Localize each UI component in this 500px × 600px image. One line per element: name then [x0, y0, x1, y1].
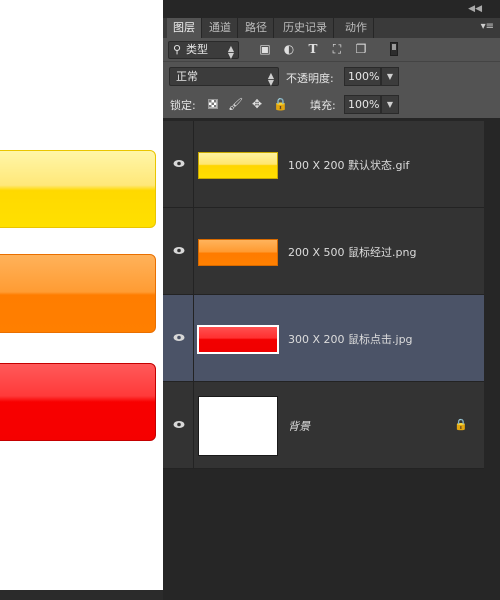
- lock-image-pixels-icon[interactable]: 🖌: [228, 97, 243, 111]
- lock-transparent-pixels-icon[interactable]: [208, 99, 218, 109]
- lock-fill-row: 锁定: 🖌 ✥ 🔒 填充: 100% ▼: [163, 90, 500, 119]
- tab-channels[interactable]: 通道: [203, 18, 238, 38]
- panel-tabbar: 图层 通道 路径 历史记录 动作 ▾≡: [163, 18, 500, 39]
- adjustment-filter-icon[interactable]: ◐: [282, 42, 296, 56]
- layers-panel: ◀◀ 图层 通道 路径 历史记录 动作 ▾≡ ⚲ 类型 ▲ ▼ ▣ ◐ T ⛶ ❐…: [163, 0, 500, 600]
- layer-thumbnail: [198, 139, 278, 189]
- blend-opacity-row: 正常 ▲ ▼ 不透明度: 100% ▼: [163, 62, 500, 91]
- visibility-toggle[interactable]: [163, 208, 194, 294]
- opacity-dropdown-button[interactable]: ▼: [381, 67, 399, 86]
- layer-row-background[interactable]: 背景 🔒: [163, 382, 484, 469]
- layer-thumbnail: [197, 313, 279, 363]
- layer-row[interactable]: 200 X 500 鼠标经过.png: [163, 208, 484, 295]
- type-filter-icon[interactable]: T: [306, 42, 320, 56]
- fill-dropdown-button[interactable]: ▼: [381, 95, 399, 114]
- panel-menu-icon[interactable]: ▾≡: [481, 21, 494, 32]
- yellow-button-preview: [0, 150, 156, 228]
- fill-input[interactable]: 100%: [344, 95, 381, 114]
- layer-name[interactable]: 背景: [288, 418, 310, 434]
- layer-row[interactable]: 100 X 200 默认状态.gif: [163, 121, 484, 208]
- blend-mode-value: 正常: [176, 70, 198, 83]
- smart-object-filter-icon[interactable]: ❐: [354, 42, 368, 56]
- filter-toggle[interactable]: [390, 42, 398, 56]
- visibility-toggle[interactable]: [163, 121, 194, 207]
- shape-filter-icon[interactable]: ⛶: [330, 42, 344, 56]
- opacity-label: 不透明度:: [286, 72, 334, 85]
- image-filter-icon[interactable]: ▣: [258, 42, 272, 56]
- eye-icon: [173, 421, 185, 428]
- orange-button-preview: [0, 254, 156, 333]
- layer-thumbnail: [198, 226, 278, 276]
- search-icon: ⚲: [173, 43, 182, 56]
- document-canvas[interactable]: [0, 0, 163, 600]
- collapse-panel-icon[interactable]: ◀◀: [468, 4, 482, 14]
- canvas-bottom-strip: [0, 590, 163, 600]
- eye-icon: [173, 334, 185, 341]
- lock-icon[interactable]: 🔒: [454, 418, 468, 431]
- lock-label: 锁定:: [170, 99, 196, 112]
- layer-name[interactable]: 200 X 500 鼠标经过.png: [288, 244, 416, 260]
- opacity-input[interactable]: 100%: [344, 67, 381, 86]
- layers-list: 100 X 200 默认状态.gif 200 X 500 鼠标经过.png 30…: [163, 118, 500, 600]
- layers-scrollbar-gutter[interactable]: [484, 118, 500, 600]
- visibility-toggle[interactable]: [163, 295, 194, 381]
- layer-row-selected[interactable]: 300 X 200 鼠标点击.jpg: [163, 295, 484, 382]
- visibility-toggle[interactable]: [163, 382, 194, 468]
- layer-thumbnail: [198, 396, 278, 456]
- red-button-preview: [0, 363, 156, 441]
- blend-mode-select[interactable]: 正常 ▲ ▼: [169, 67, 279, 87]
- updown-arrow-icon: ▲ ▼: [267, 71, 274, 87]
- tab-history[interactable]: 历史记录: [277, 18, 334, 38]
- tab-actions[interactable]: 动作: [339, 18, 374, 38]
- filter-type-value: 类型: [186, 43, 208, 56]
- updown-arrow-icon: ▲ ▼: [227, 44, 234, 60]
- tab-paths[interactable]: 路径: [239, 18, 274, 38]
- layer-filter-row: ⚲ 类型 ▲ ▼ ▣ ◐ T ⛶ ❐: [163, 38, 500, 62]
- fill-label: 填充:: [310, 99, 336, 112]
- lock-position-icon[interactable]: ✥: [250, 97, 264, 111]
- eye-icon: [173, 160, 185, 167]
- layer-name[interactable]: 100 X 200 默认状态.gif: [288, 157, 409, 173]
- layer-name[interactable]: 300 X 200 鼠标点击.jpg: [288, 331, 413, 347]
- eye-icon: [173, 247, 185, 254]
- tab-layers[interactable]: 图层: [167, 18, 202, 38]
- lock-all-icon[interactable]: 🔒: [273, 97, 288, 111]
- filter-type-select[interactable]: ⚲ 类型 ▲ ▼: [168, 41, 239, 60]
- panel-header: ◀◀: [163, 0, 500, 18]
